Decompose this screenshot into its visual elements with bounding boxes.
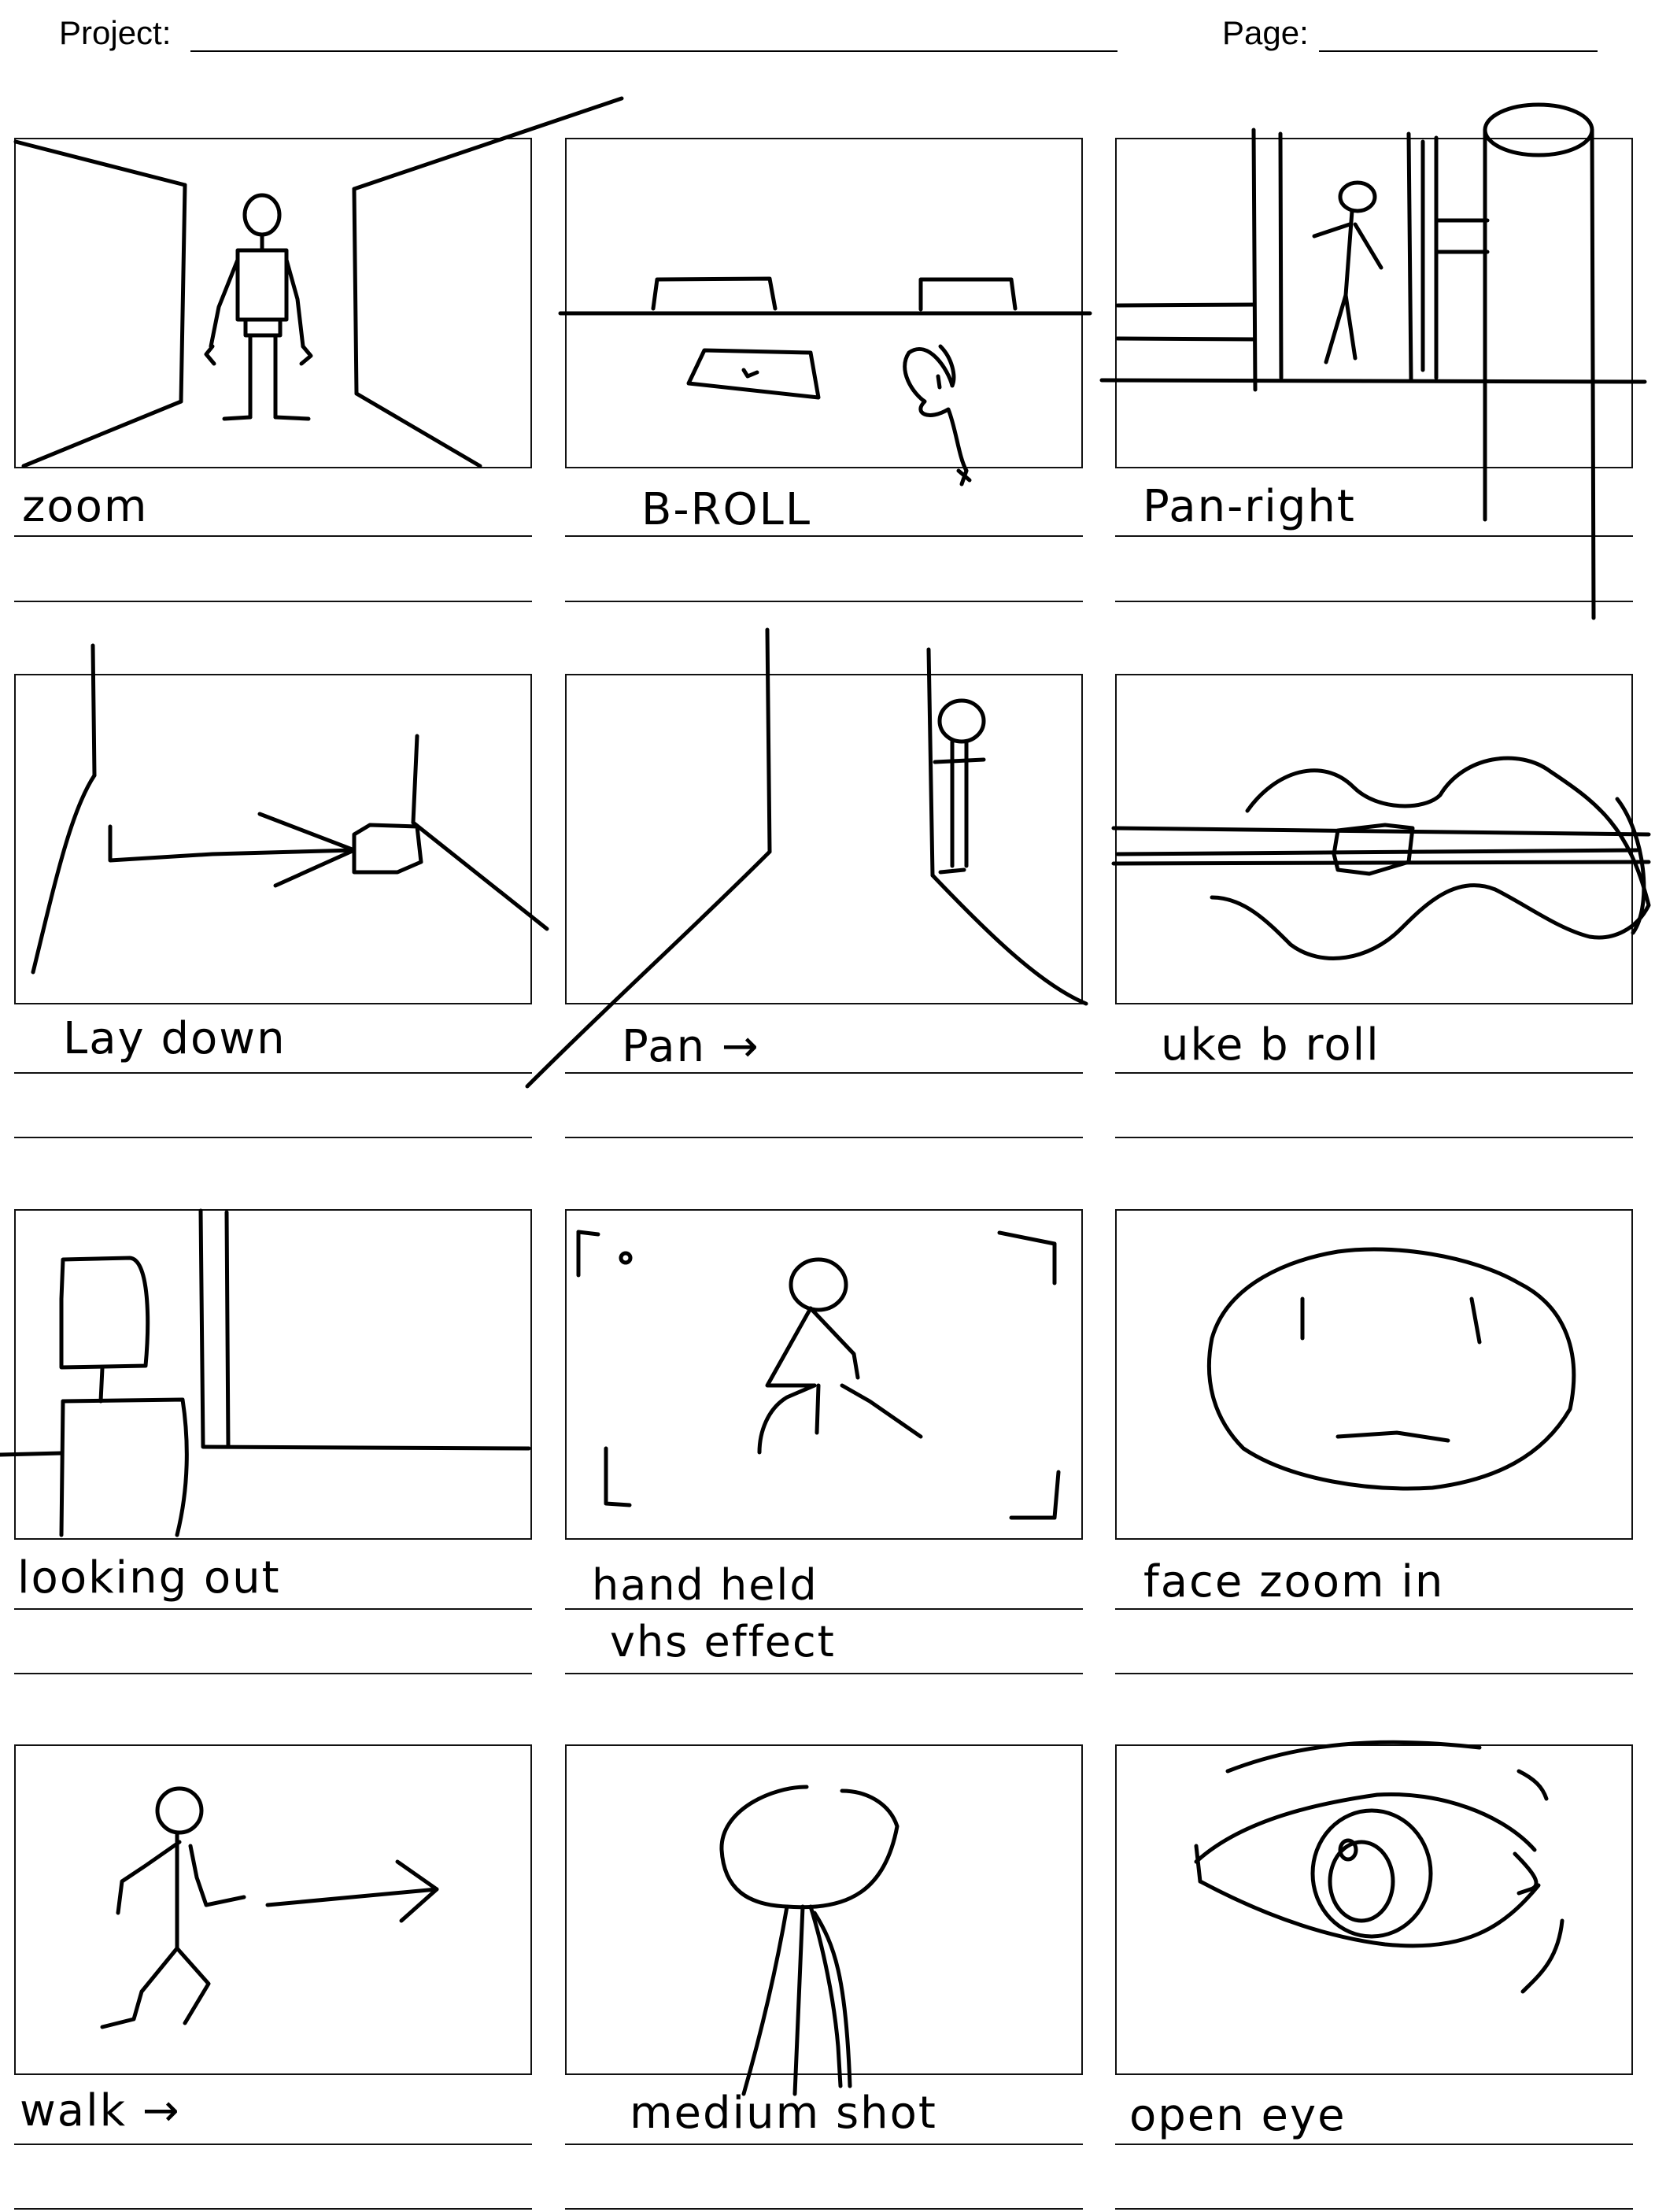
panel-caption-12: open eye [1129,2090,1347,2141]
project-label: Project: [59,14,172,51]
note-line [1115,601,1633,602]
storyboard-frame-10 [14,1744,532,2075]
note-line [14,2208,532,2210]
storyboard-frame-4 [14,674,532,1004]
note-line [1115,1072,1633,1074]
project-field-line [190,50,1117,52]
note-line [14,1608,532,1610]
panel-caption-2: B-ROLL [641,484,812,535]
note-line [14,1072,532,1074]
note-line [1115,535,1633,537]
panel-caption-1: zoom [22,481,149,532]
panel-caption-11: medium shot [630,2088,937,2139]
storyboard-frame-6 [1115,674,1633,1004]
note-line [565,2208,1083,2210]
panel-caption-8-line-2: vhs effect [610,1617,836,1666]
note-line [1115,2144,1633,2145]
storyboard-frame-3 [1115,138,1633,468]
note-line [565,535,1083,537]
storyboard-frame-9 [1115,1209,1633,1540]
note-line [1115,1137,1633,1138]
storyboard-frame-1 [14,138,532,468]
note-line [14,535,532,537]
panel-caption-3: Pan-right [1143,481,1356,532]
panel-caption-8: hand held [592,1560,818,1610]
note-line [14,601,532,602]
storyboard-frame-12 [1115,1744,1633,2075]
storyboard-frame-8 [565,1209,1083,1540]
storyboard-frame-11 [565,1744,1083,2075]
note-line [14,2144,532,2145]
panel-caption-10: walk → [20,2085,181,2136]
panel-caption-7: looking out [17,1552,281,1604]
page-field-line [1319,50,1598,52]
storyboard-frame-2 [565,138,1083,468]
note-line [14,1673,532,1674]
note-line [1115,2208,1633,2210]
page-label: Page: [1222,14,1309,51]
storyboard-frame-5 [565,674,1083,1004]
note-line [1115,1608,1633,1610]
note-line [565,601,1083,602]
panel-caption-5: Pan → [622,1021,760,1072]
panel-caption-4: Lay down [63,1013,286,1064]
note-line [565,1072,1083,1074]
panel-caption-6: uke b roll [1161,1019,1380,1071]
note-line [14,1137,532,1138]
storyboard-frame-7 [14,1209,532,1540]
note-line [565,2144,1083,2145]
note-line [1115,1673,1633,1674]
panel-caption-9: face zoom in [1143,1556,1445,1607]
note-line [565,1137,1083,1138]
note-line [565,1673,1083,1674]
